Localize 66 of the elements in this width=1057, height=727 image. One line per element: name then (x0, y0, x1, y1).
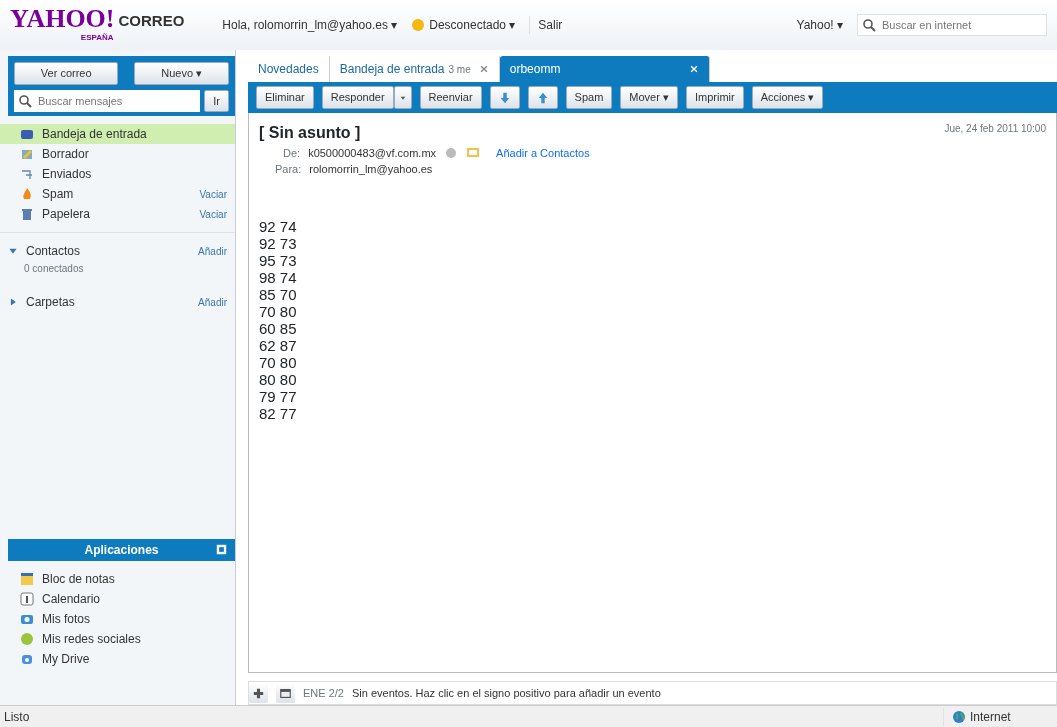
add-link[interactable]: Añadir (198, 243, 227, 259)
add-link[interactable]: Añadir (198, 294, 227, 310)
app-link[interactable]: Mis fotos (42, 610, 90, 628)
tab[interactable]: orbeomm (499, 56, 710, 82)
message-line: 92 73 (259, 234, 298, 252)
app-link[interactable]: My Drive (42, 650, 90, 668)
logo: YAHOO! (10, 6, 115, 32)
folder-label: Borrador (42, 146, 89, 163)
section-label[interactable]: Carpetas (26, 293, 75, 311)
folder-label: Spam (42, 186, 74, 203)
message-line: 98 74 (259, 268, 298, 286)
folder-item[interactable]: Enviados (0, 164, 235, 184)
contacts-status: 0 conectados (23, 262, 85, 276)
empty-link[interactable]: Vaciar (199, 206, 227, 222)
app-link[interactable]: Calendario (42, 590, 101, 608)
message-line: 60 85 (259, 319, 298, 337)
yahoo-menu[interactable]: Yahoo! ▾ (796, 16, 843, 34)
search-box[interactable]: Buscar mensajes (14, 89, 201, 112)
signout-link[interactable]: Salir (529, 16, 563, 34)
check-mail-button[interactable]: Ver correo (14, 62, 119, 85)
folder-label: Papelera (42, 206, 91, 223)
app-link[interactable]: Bloc de notas (42, 570, 115, 588)
message-line: 80 80 (259, 370, 298, 388)
toolbar-button[interactable]: Mover ▾ (620, 86, 678, 109)
message-line: 92 74 (259, 217, 298, 235)
app-link[interactable]: Mis redes sociales (42, 630, 141, 648)
message-line: 62 87 (259, 336, 298, 354)
section-label[interactable]: Contactos (26, 242, 81, 260)
status-text: Listo (4, 708, 30, 726)
greeting-link[interactable]: Hola, rolomorrin_lm@yahoo.es ▾ (222, 16, 398, 34)
web-search-box[interactable]: Buscar en internet (857, 14, 1047, 36)
message-line: 85 70 (259, 285, 298, 303)
to-label: Para: (275, 162, 302, 177)
status-menu[interactable]: Desconectado ▾ (429, 16, 516, 34)
folder-label: Bandeja de entrada (42, 126, 147, 143)
toolbar-button[interactable]: Acciones ▾ (751, 86, 824, 109)
folder-item[interactable]: Spam Vaciar (0, 184, 235, 204)
message-line: 79 77 (259, 387, 298, 405)
from-label: De: (283, 145, 301, 161)
logo-subtitle: CORREO (118, 10, 185, 31)
new-button[interactable]: Nuevo ▾ (134, 62, 229, 85)
toolbar-button[interactable]: Imprimir (685, 86, 744, 109)
go-button[interactable]: Ir (204, 89, 229, 112)
message-date: Jue, 24 feb 2011 10:00 (944, 121, 1046, 136)
security-zone: Internet (970, 708, 1011, 726)
calendar-message: Sin eventos. Haz clic en el signo positivo para añadir un evento (351, 685, 661, 701)
folder-item[interactable]: Borrador (0, 144, 235, 164)
add-contact-link[interactable]: Añadir a Contactos (496, 144, 590, 161)
toolbar-button[interactable]: Reenviar (419, 86, 482, 109)
folder-label: Enviados (42, 166, 92, 183)
message-line: 95 73 (259, 251, 298, 269)
empty-link[interactable]: Vaciar (199, 186, 227, 202)
message-line: 70 80 (259, 302, 298, 320)
message-line: 70 80 (259, 353, 298, 371)
message-subject: [ Sin asunto ] (259, 122, 361, 143)
reply-button[interactable]: Responder (321, 86, 394, 109)
folder-item[interactable]: Bandeja de entrada (0, 124, 235, 144)
message-line: 82 77 (259, 404, 298, 422)
recipient-address: rolomorrin_lm@yahoo.es (309, 162, 433, 177)
toolbar-button[interactable]: Eliminar (256, 86, 314, 109)
calendar-date: ENE 2/2 (303, 685, 344, 701)
sender-address: k0500000483@vf.com.mx (308, 145, 437, 161)
toolbar-button[interactable]: Spam (565, 86, 613, 109)
apps-title: Aplicaciones (84, 543, 159, 557)
folder-item[interactable]: Papelera Vaciar (0, 204, 235, 224)
logo-region: ESPAÑA (79, 32, 115, 44)
